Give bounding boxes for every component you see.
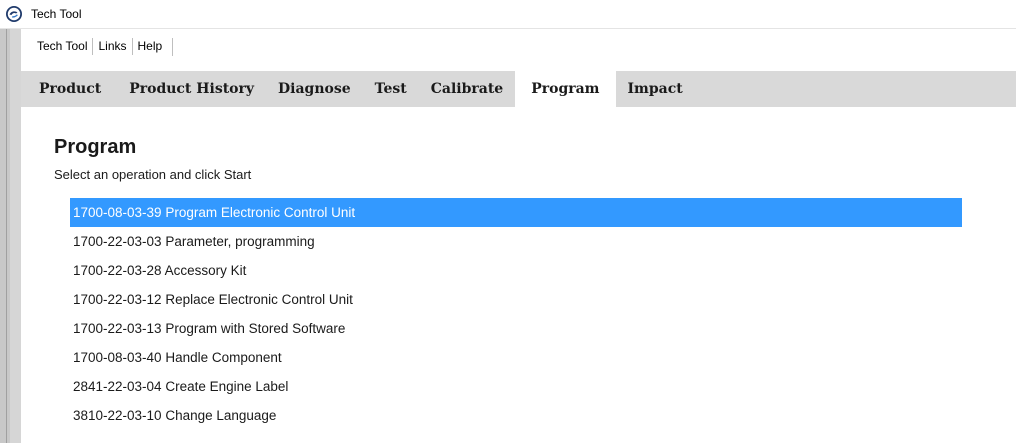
operation-item[interactable]: 3810-22-03-10 Change Language — [70, 401, 962, 430]
tab-bar: Product Product History Diagnose Test Ca… — [21, 71, 1016, 107]
tech-tool-logo-icon — [6, 6, 22, 22]
operation-item[interactable]: 1700-22-03-03 Parameter, programming — [70, 227, 962, 256]
menu-help[interactable]: Help — [138, 38, 168, 55]
operation-item[interactable]: 1700-08-03-40 Handle Component — [70, 343, 962, 372]
left-frame-line — [6, 29, 7, 443]
title-bar: Tech Tool — [0, 0, 1016, 29]
menu-tech-tool[interactable]: Tech Tool — [37, 38, 94, 55]
menu-links[interactable]: Links — [98, 38, 133, 55]
page-title: Program — [54, 136, 137, 158]
program-panel: Program Select an operation and click St… — [21, 107, 1016, 443]
operation-item-selected[interactable]: 1700-08-03-39 Program Electronic Control… — [70, 198, 962, 227]
operation-item[interactable]: 1700-22-03-28 Accessory Kit — [70, 256, 962, 285]
menu-separator — [172, 38, 174, 56]
tab-calibrate[interactable]: Calibrate — [419, 71, 515, 107]
tab-test[interactable]: Test — [363, 71, 419, 107]
page-subtitle: Select an operation and click Start — [54, 167, 252, 182]
operation-item[interactable]: 1700-22-03-13 Program with Stored Softwa… — [70, 314, 962, 343]
tab-impact[interactable]: Impact — [616, 71, 695, 107]
tab-product[interactable]: Product — [21, 71, 113, 107]
left-frame-inner — [10, 29, 21, 443]
tab-diagnose[interactable]: Diagnose — [266, 71, 363, 107]
window-title: Tech Tool — [31, 7, 82, 21]
operation-item[interactable]: 1700-22-03-12 Replace Electronic Control… — [70, 285, 962, 314]
operation-item[interactable]: 2841-22-03-04 Create Engine Label — [70, 372, 962, 401]
menu-bar: Tech Tool Links Help — [21, 29, 1016, 66]
operation-list: 1700-08-03-39 Program Electronic Control… — [70, 198, 962, 430]
tab-program[interactable]: Program — [515, 71, 616, 107]
tab-product-history[interactable]: Product History — [113, 71, 266, 107]
